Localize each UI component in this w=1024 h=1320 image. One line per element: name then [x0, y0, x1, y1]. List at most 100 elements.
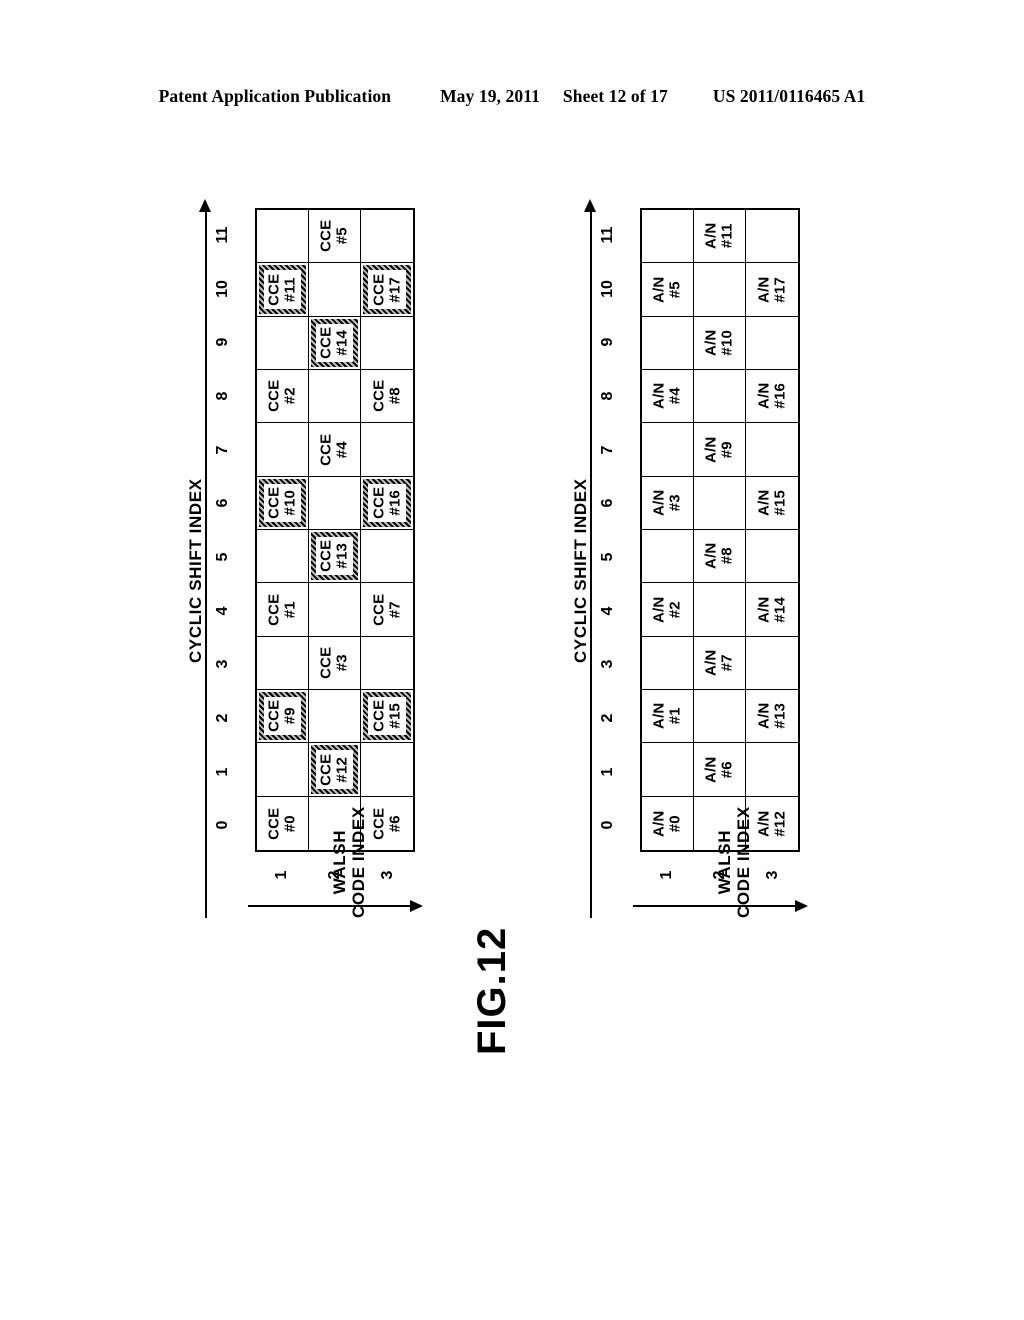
grid-cell-filled: CCE #4 [309, 423, 361, 477]
cyclic-shift-tick-6: 6 [599, 498, 616, 508]
cce-mapping-grid: CCE #5 CCE #11 CCE #17 CCE #14 CCE #2 CCE #8 C… [255, 208, 415, 852]
grid-cell-empty [746, 637, 798, 690]
grid-cell-empty [257, 210, 309, 264]
cyclic-shift-tick-4: 4 [599, 606, 616, 615]
grid-cell-filled: A/N #5 [642, 263, 694, 317]
cell-label: CCE #0 [265, 807, 299, 840]
grid-cell-empty [746, 210, 798, 264]
grid-cell-filled: CCE #17 [361, 263, 413, 317]
grid-cell-filled: CCE #1 [257, 583, 309, 637]
walsh-code-tick-3: 3 [764, 870, 782, 880]
cell-label: A/N #11 [702, 222, 736, 250]
grid-cell-filled: CCE #5 [309, 210, 361, 264]
grid-cell-empty [694, 369, 746, 424]
grid-cell-empty [309, 583, 361, 637]
cyclic-shift-tick-6: 6 [214, 498, 231, 508]
ack-nack-mapping-grid: A/N #11 A/N #5 A/N #17 A/N #10 A/N #4 A/N #16… [640, 208, 800, 852]
cyclic-shift-tick-11: 11 [599, 226, 616, 244]
grid-cell-empty [361, 210, 413, 264]
grid-cell-filled: A/N #12 [746, 797, 798, 850]
grid-cell-filled: CCE #15 [361, 690, 413, 744]
cell-label: A/N #1 [650, 702, 684, 730]
grid-cell-filled: A/N #2 [642, 583, 694, 637]
cyclic-shift-tick-7: 7 [599, 445, 616, 454]
walsh-code-axis-line [248, 905, 410, 907]
walsh-code-axis-arrow-icon [410, 900, 423, 912]
grid-cell-filled: A/N #8 [694, 529, 746, 584]
grid-cell-filled: A/N #4 [642, 369, 694, 424]
cell-label: A/N #17 [755, 276, 788, 303]
grid-cell-empty [309, 263, 361, 317]
grid-cell-filled: A/N #3 [642, 476, 694, 530]
cyclic-shift-tick-2: 2 [599, 713, 616, 723]
cell-label: CCE #7 [370, 593, 403, 626]
grid-cell-filled: CCE #0 [257, 796, 309, 850]
grid-cell-filled: A/N #9 [694, 423, 746, 477]
cell-label: CCE #15 [370, 700, 403, 733]
cell-label: CCE #6 [370, 807, 403, 840]
cyclic-shift-axis-arrow-icon [584, 199, 596, 212]
grid-cell-empty [694, 689, 746, 744]
grid-cell-filled: A/N #14 [746, 583, 798, 637]
walsh-code-axis-line [633, 905, 795, 907]
walsh-code-tick-3: 3 [379, 870, 397, 880]
cyclic-shift-tick-3: 3 [214, 659, 231, 669]
figure-12: CCE #5 CCE #11 CCE #17 CCE #1 4 CCE #2 CCE #8 C… [0, 0, 1024, 1320]
grid-cell-filled: CCE #16 [361, 477, 413, 530]
grid-cell-filled: A/N #13 [746, 690, 798, 744]
cell-label: A/N #9 [702, 436, 736, 463]
cell-label: CCE #1 [265, 593, 299, 626]
cell-label: CCE #8 [370, 380, 403, 413]
cell-label: A/N #10 [702, 329, 736, 357]
walsh-code-axis-title: WALSH CODE INDEX [715, 806, 754, 918]
cyclic-shift-tick-1: 1 [214, 767, 231, 776]
grid-cell-empty [309, 369, 361, 424]
cyclic-shift-tick-3: 3 [599, 659, 616, 669]
cell-label: A/N #3 [650, 489, 684, 517]
cell-label: CCE #17 [370, 273, 403, 306]
cell-label: A/N #8 [702, 542, 736, 570]
grid-cell-empty [694, 263, 746, 317]
grid-cell-filled: A/N #11 [694, 210, 746, 264]
grid-cell-empty [694, 476, 746, 530]
grid-cell-empty [257, 529, 309, 584]
cell-label: A/N #12 [755, 810, 788, 837]
grid-cell-filled: CCE #13 [309, 529, 361, 584]
grid-cell-empty [746, 423, 798, 477]
grid-cell-filled: CCE #10 [257, 476, 309, 530]
grid-cell-filled: A/N #10 [694, 316, 746, 370]
grid-cell-empty [257, 423, 309, 477]
grid-cell-filled: CCE #11 [257, 263, 309, 317]
grid-cell-filled: CCE #2 [257, 369, 309, 424]
cyclic-shift-tick-5: 5 [214, 552, 231, 562]
cyclic-shift-tick-5: 5 [599, 552, 616, 562]
cyclic-shift-tick-9: 9 [599, 337, 616, 347]
cell-label: A/N #2 [650, 596, 684, 623]
grid-cell-filled: A/N #15 [746, 477, 798, 530]
cyclic-shift-tick-4: 4 [214, 606, 231, 615]
cell-label: A/N #5 [650, 276, 684, 303]
grid-cell-empty [257, 316, 309, 370]
cell-label: A/N #7 [702, 649, 736, 677]
cyclic-shift-tick-10: 10 [599, 279, 616, 298]
cell-label: CCE #3 [317, 646, 351, 679]
cell-label: CCE #2 [265, 380, 299, 413]
grid-cell-empty [361, 423, 413, 477]
cell-label: A/N #6 [702, 756, 736, 783]
grid-cell-filled: CCE #6 [361, 797, 413, 850]
grid-cell-empty [257, 743, 309, 797]
cyclic-shift-tick-2: 2 [214, 713, 231, 723]
cell-label: CCE #11 [265, 273, 299, 306]
grid-cell-empty [361, 743, 413, 797]
cell-label: A/N #0 [650, 810, 684, 837]
cyclic-shift-axis-title: CYCLIC SHIFT INDEX [571, 478, 590, 663]
grid-cell-filled: CCE #7 [361, 583, 413, 637]
cell-label: CCE #5 [317, 220, 351, 253]
walsh-code-tick-1: 1 [657, 870, 675, 880]
cell-label: A/N #4 [650, 382, 684, 410]
grid-cell-empty [309, 689, 361, 744]
grid-cell-filled: A/N #16 [746, 370, 798, 424]
cell-label: CCE #13 [317, 540, 351, 573]
cyclic-shift-tick-10: 10 [214, 279, 231, 298]
walsh-code-axis-arrow-icon [795, 900, 808, 912]
